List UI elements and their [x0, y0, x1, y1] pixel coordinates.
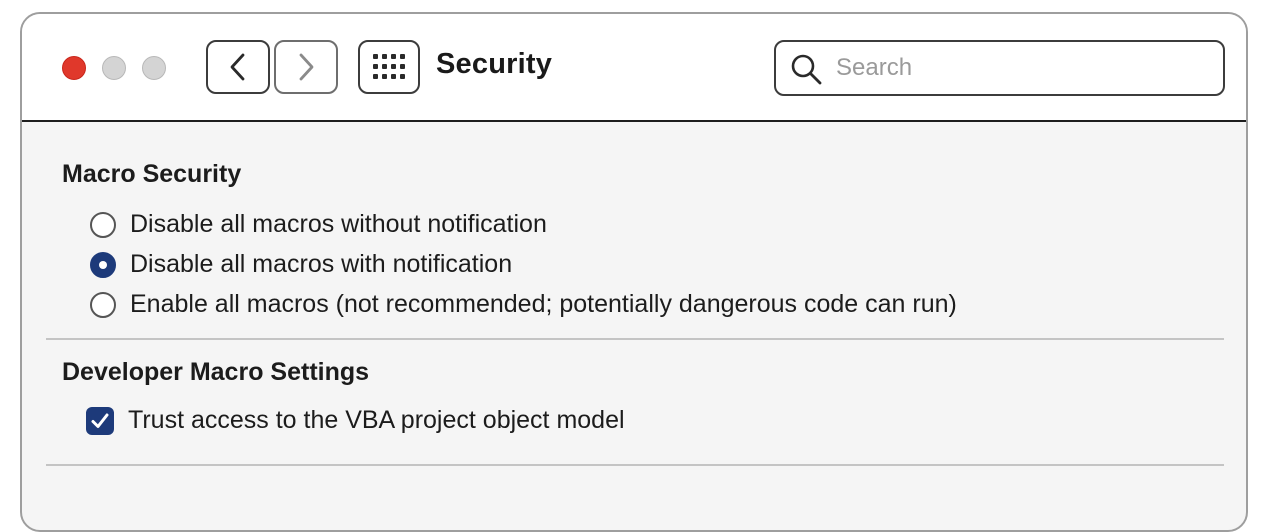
back-button[interactable]: [206, 40, 270, 94]
chevron-right-icon: [299, 53, 314, 81]
radio-label: Disable all macros without notification: [130, 210, 547, 238]
radio-button[interactable]: [90, 211, 116, 238]
radio-disable-without-notification[interactable]: Disable all macros without notification: [90, 210, 547, 239]
search-input[interactable]: [836, 52, 1206, 84]
radio-label: Enable all macros (not recommended; pote…: [130, 290, 957, 318]
radio-disable-with-notification[interactable]: Disable all macros with notification: [90, 250, 512, 279]
checkmark-icon: [91, 413, 109, 428]
developer-macro-settings-heading: Developer Macro Settings: [62, 358, 370, 386]
forward-button[interactable]: [274, 40, 338, 94]
grid-icon: [373, 54, 405, 79]
trust-vba-access-option[interactable]: Trust access to the VBA project object m…: [86, 406, 625, 435]
radio-enable-all-macros[interactable]: Enable all macros (not recommended; pote…: [90, 290, 957, 319]
macro-security-heading: Macro Security: [62, 160, 242, 188]
trust-vba-label: Trust access to the VBA project object m…: [128, 406, 625, 434]
preferences-window: Security Macro Security Disable all macr…: [20, 12, 1248, 532]
minimize-window-button[interactable]: [102, 56, 126, 80]
radio-label: Disable all macros with notification: [130, 250, 513, 278]
section-divider: [46, 464, 1224, 466]
search-icon: [791, 54, 822, 85]
chevron-left-icon: [230, 53, 245, 81]
search-field[interactable]: [774, 40, 1225, 96]
radio-button[interactable]: [90, 291, 116, 318]
window-title: Security: [436, 48, 553, 80]
show-all-button[interactable]: [358, 40, 420, 94]
close-window-button[interactable]: [62, 56, 86, 80]
trust-vba-checkbox[interactable]: [86, 406, 114, 435]
zoom-window-button[interactable]: [142, 56, 166, 80]
title-bar: Security: [22, 14, 1246, 122]
radio-button-selected[interactable]: [90, 251, 116, 278]
section-divider: [46, 338, 1224, 340]
